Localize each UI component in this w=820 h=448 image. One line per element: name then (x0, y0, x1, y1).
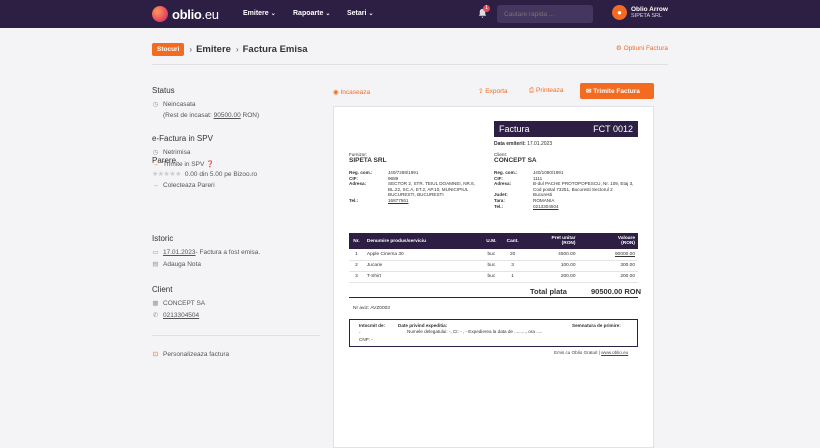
logo-tld: .eu (201, 6, 219, 22)
total-divider (349, 297, 638, 298)
invoice-credit: Emis cu Oblio Gratuit | www.oblio.eu (554, 350, 629, 355)
divider (152, 64, 668, 65)
phone-icon: ✆ (152, 312, 159, 319)
invoice-number: FCT 0012 (593, 124, 633, 134)
user-name: Oblio Arrow (631, 6, 668, 13)
coin-icon: ◉ (333, 89, 339, 96)
chevron-down-icon: ⌄ (270, 11, 276, 17)
breadcrumb-emitere[interactable]: Emitere (196, 44, 231, 55)
clock-icon: ◷ (152, 101, 159, 108)
efactura-title: e-Factura in SPV (152, 134, 213, 143)
invoice-title: Factura (499, 124, 530, 134)
chevron-down-icon: ⌄ (325, 11, 331, 17)
export-button[interactable]: ⇪ Exporta (478, 87, 508, 95)
table-row: 3 T-Shirt buc 1 200.00 200.00 (349, 271, 638, 283)
invoice-title-bar: Factura FCT 0012 (494, 121, 638, 137)
note-icon: ▤ (152, 261, 159, 268)
table-header: Nr. Denumire produs/serviciu U.M. Cant. … (349, 233, 638, 249)
status-value: Neincasata (163, 100, 196, 108)
total-value: 90500.00 RON (591, 287, 642, 296)
istoric-title: Istoric (152, 234, 174, 243)
supplier-name: SIPETA SRL (349, 157, 387, 164)
supplier-block: Furnizor: SIPETA SRL Reg. com.: J40/7268/… (349, 152, 489, 204)
table-row: 2 Jucarie buc 3 100.00 300.00 (349, 260, 638, 272)
user-company: SIPETA SRL (631, 13, 663, 19)
oblio-link[interactable]: www.oblio.eu (601, 350, 628, 355)
personalize-section: ⊡ Personalizeaza factura (152, 350, 322, 362)
delivery-note-number: Nr aviz: AVZ0003 (353, 306, 390, 311)
invoice-preview: Factura FCT 0012 Data emiterii: 17.01.20… (333, 106, 654, 448)
client-link[interactable]: ▦ CONCEPT SA (152, 299, 322, 308)
search-input[interactable] (497, 5, 593, 23)
invoice-actions: ◉ Incaseaza ⇪ Exporta ⎙ Printeaza ✉ Trim… (333, 83, 654, 99)
logo-brand: oblio (172, 6, 202, 22)
client-phone[interactable]: ✆ 0213304504 (152, 311, 322, 320)
invoice-date: Data emiterii: 17.01.2023 (494, 141, 553, 147)
parere-title: Parere (152, 156, 177, 165)
edit-icon: ⊡ (152, 351, 159, 358)
notifications-button[interactable]: 1 (477, 5, 490, 20)
rating-value: 0.00 din 5.00 pe Bizoo.ro (184, 170, 258, 178)
options-button[interactable]: ⚙ Optiuni Factura (616, 44, 668, 52)
export-icon: ⇪ (478, 88, 484, 95)
nav-emitere[interactable]: Emitere ⌄ (243, 10, 276, 17)
logo-icon (152, 6, 168, 22)
user-menu[interactable]: ● Oblio Arrow SIPETA SRL (612, 5, 668, 20)
user-avatar-icon: ● (612, 5, 627, 20)
nav-rapoarte[interactable]: Rapoarte ⌄ (293, 10, 330, 17)
building-icon: ▦ (152, 300, 159, 307)
email-icon: ✉ (586, 88, 592, 95)
invoice-items-table: Nr. Denumire produs/serviciu U.M. Cant. … (349, 233, 638, 283)
chevron-right-icon: › (235, 44, 239, 54)
stocuri-button[interactable]: Stocuri (152, 42, 185, 56)
client-title: Client (152, 285, 173, 294)
print-icon: ⎙ (529, 87, 535, 94)
client-section: Client ▦ CONCEPT SA ✆ 0213304504 (152, 285, 322, 323)
chevron-right-icon: › (189, 44, 193, 54)
history-date: 17.01.2023 (163, 248, 196, 256)
divider (152, 335, 320, 336)
page-title: Factura Emisa (242, 43, 308, 55)
personalize-invoice-link[interactable]: ⊡ Personalizeaza factura (152, 350, 322, 359)
send-invoice-button[interactable]: ✉ Trimite Factura (580, 83, 654, 99)
rating-stars: ★★★★★ (152, 171, 181, 178)
total-label: Total plata (530, 287, 567, 296)
efactura-value: Netrimisa (163, 148, 191, 156)
status-section: Status ◷ Neincasata (Rest de incasat: 905… (152, 86, 322, 123)
collect-reviews-link[interactable]: → Colecteaza Pareri (152, 182, 322, 189)
calendar-icon: ▭ (152, 249, 159, 256)
client-block: Client: CONCEPT SA Reg. com.: J40/1090/19… (494, 152, 639, 209)
arrow-right-icon: → (152, 182, 159, 189)
clock-icon: ◷ (152, 149, 159, 156)
chevron-down-icon: ⌄ (368, 11, 374, 17)
print-button[interactable]: ⎙ Printeaza (529, 87, 563, 95)
notification-badge: 1 (483, 5, 490, 12)
collect-payment-button[interactable]: ◉ Incaseaza (333, 88, 370, 96)
table-row: 1 Apple Cinema 30 buc 20 4500.00 90000.0… (349, 249, 638, 261)
shipping-box: Intocmit de: - CNP: - Date privind exped… (349, 319, 638, 347)
logo[interactable]: oblio.eu (152, 6, 219, 22)
history-section: Istoric ▭ 17.01.2023 - Factura a fost emi… (152, 234, 322, 272)
client-name: CONCEPT SA (494, 157, 537, 164)
status-title: Status (152, 86, 175, 95)
history-text: - Factura a fost emisa. (195, 248, 261, 256)
add-note-link[interactable]: ▤ Adauga Nota (152, 260, 322, 269)
status-rest: (Rest de incasat: 90500.00 RON) (163, 112, 260, 119)
gear-icon: ⚙ (615, 45, 622, 52)
nav-setari[interactable]: Setari ⌄ (347, 10, 374, 17)
top-navbar: oblio.eu Emitere⌄ Rapoarte⌄ Setari⌄ 1 ● … (0, 0, 820, 28)
rating-section: Parere ★★★★★ 0.00 din 5.00 pe Bizoo.ro → C… (152, 156, 322, 193)
page-header: Stocuri › Emitere › Factura Emisa ⚙ Opti… (152, 42, 668, 56)
